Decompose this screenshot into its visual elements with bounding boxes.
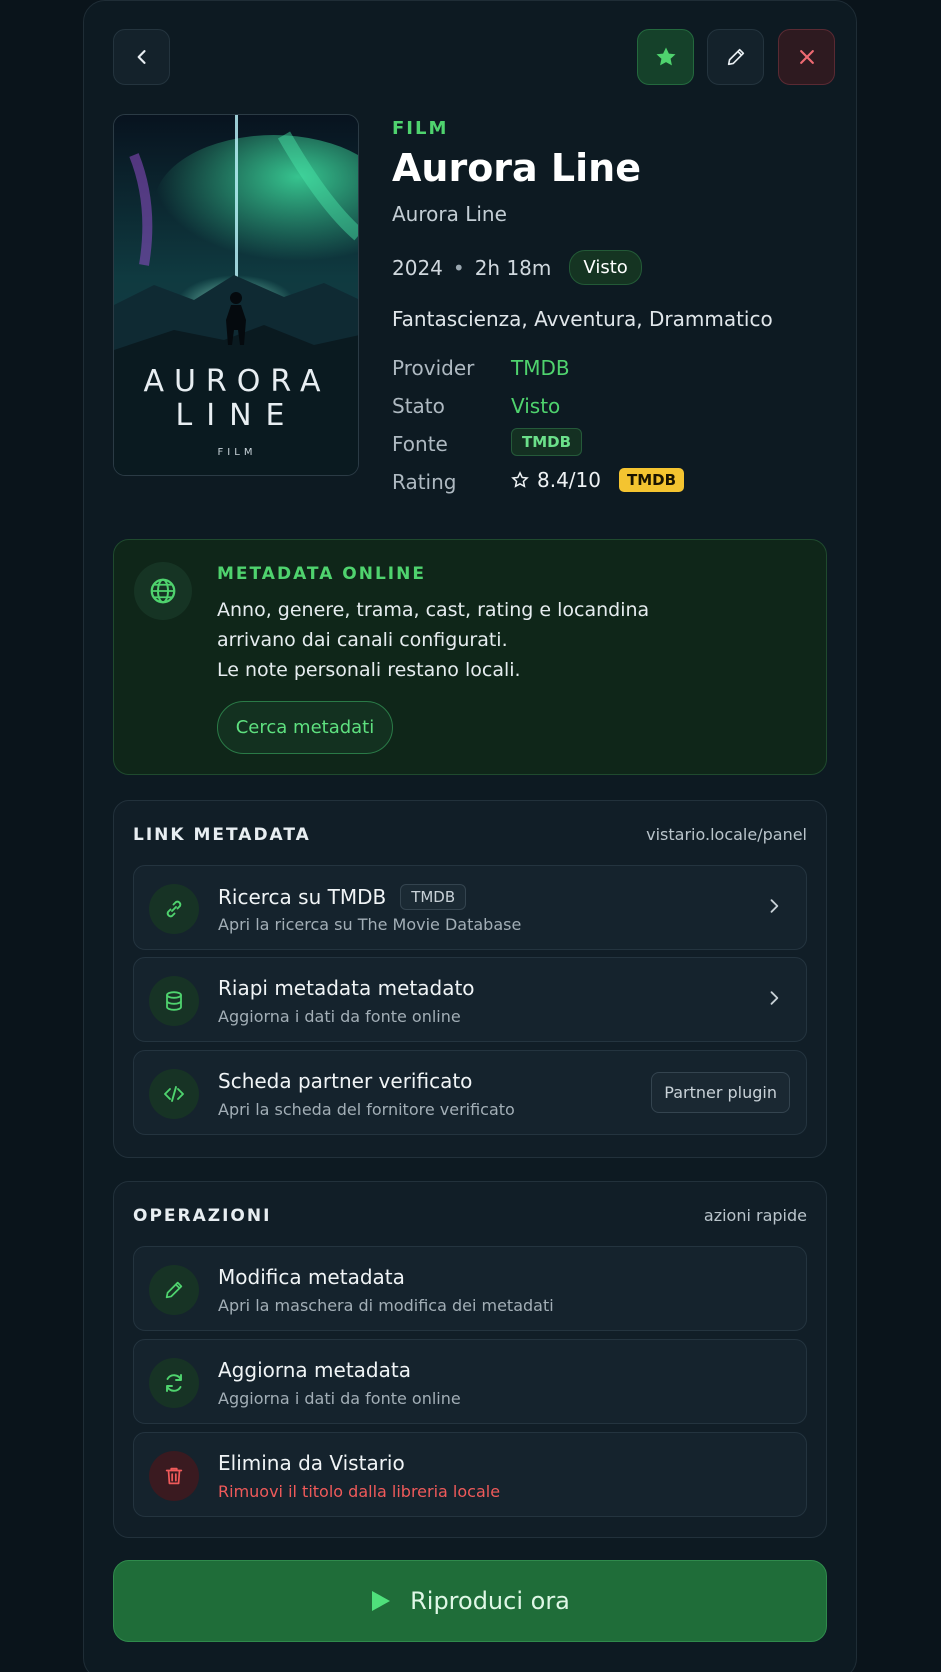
- row-subtitle: Rimuovi il titolo dalla libreria locale: [218, 1482, 501, 1501]
- back-button[interactable]: [113, 29, 170, 85]
- separator: •: [452, 255, 465, 280]
- poster-image: AURORA LINE FILM: [113, 114, 359, 476]
- globe-icon-wrap: [134, 562, 192, 620]
- row-subtitle: Aggiorna i dati da fonte online: [218, 1007, 461, 1026]
- play-icon: [372, 1591, 391, 1611]
- online-line-3: Le note personali restano locali.: [217, 659, 521, 681]
- operations-section: OPERAZIONI azioni rapide Modifica metada…: [113, 1181, 827, 1538]
- row-subtitle: Apri la scheda del fornitore verificato: [218, 1100, 515, 1119]
- duration: 2h 18m: [474, 255, 552, 280]
- poster-title-line1: AURORA: [143, 364, 330, 399]
- link-icon: [166, 900, 182, 918]
- provider-value: TMDB: [511, 356, 570, 380]
- database-icon: [166, 991, 182, 1011]
- refresh-icon: [166, 1374, 182, 1392]
- genres: Fantascienza, Avventura, Drammatico: [392, 307, 773, 331]
- link-row-tmdb-search[interactable]: Ricerca su TMDB TMDB Apri la ricerca su T…: [133, 865, 807, 950]
- fonte-value: TMDB: [511, 428, 583, 456]
- poster-title-line2: LINE: [176, 398, 299, 433]
- poster-subtitle: FILM: [218, 447, 257, 458]
- pencil-icon: [165, 1281, 183, 1299]
- online-description: Anno, genere, trama, cast, rating e loca…: [217, 595, 649, 685]
- section-url: vistario.locale/panel: [646, 825, 807, 844]
- search-metadata-button[interactable]: Cerca metadati: [217, 701, 393, 754]
- section-subtitle: azioni rapide: [703, 1206, 807, 1225]
- page-title: Aurora Line: [392, 146, 641, 190]
- stato-value: Visto: [511, 394, 561, 418]
- provider-label: Provider: [392, 356, 475, 380]
- row-title: Elimina da Vistario: [218, 1451, 405, 1475]
- original-title: Aurora Line: [392, 202, 507, 226]
- rating-value-row: 8.4/10 TMDB: [511, 468, 685, 492]
- row-title: Scheda partner verificato: [218, 1069, 473, 1093]
- play-now-button[interactable]: Riproduci ora: [113, 1560, 827, 1642]
- row-subtitle: Aggiorna i dati da fonte online: [218, 1389, 461, 1408]
- row-subtitle: Apri la maschera di modifica dei metadat…: [218, 1296, 554, 1315]
- rating-source-badge: TMDB: [619, 468, 685, 492]
- trash-icon: [165, 1467, 183, 1485]
- op-row-refresh[interactable]: Aggiorna metadata Aggiorna i dati da fon…: [133, 1339, 807, 1424]
- online-title: METADATA ONLINE: [217, 564, 426, 584]
- row-title: Riapi metadata metadato: [218, 976, 475, 1000]
- op-row-edit[interactable]: Modifica metadata Apri la maschera di mo…: [133, 1246, 807, 1331]
- fonte-label: Fonte: [392, 432, 448, 456]
- play-label: Riproduci ora: [410, 1587, 570, 1615]
- link-metadata-section: LINK METADATA vistario.locale/panel Rice…: [113, 800, 827, 1158]
- online-line-1: Anno, genere, trama, cast, rating e loca…: [217, 599, 650, 621]
- chevron-left-icon: [137, 50, 146, 64]
- link-row-partner[interactable]: Scheda partner verificato Apri la scheda…: [133, 1050, 807, 1135]
- online-metadata-card: METADATA ONLINE Anno, genere, trama, cas…: [113, 539, 827, 775]
- row-title: Aggiorna metadata: [218, 1358, 411, 1382]
- row-subtitle: Apri la ricerca su The Movie Database: [218, 915, 522, 934]
- op-row-delete[interactable]: Elimina da Vistario Rimuovi il titolo da…: [133, 1432, 807, 1517]
- year-duration-row: 2024 • 2h 18m Visto: [392, 250, 642, 285]
- link-row-reopen-metadata[interactable]: Riapi metadata metadato Aggiorna i dati …: [133, 957, 807, 1042]
- section-title: OPERAZIONI: [133, 1206, 272, 1226]
- close-button[interactable]: [778, 29, 835, 85]
- chevron-right-icon: [770, 899, 779, 913]
- pencil-icon: [727, 48, 744, 66]
- edit-button[interactable]: [707, 29, 764, 85]
- item-kind: FILM: [392, 118, 449, 139]
- section-title: LINK METADATA: [133, 825, 311, 845]
- rating-label: Rating: [392, 470, 457, 494]
- row-title: Modifica metadata: [218, 1265, 405, 1289]
- tmdb-tag: TMDB: [400, 884, 467, 910]
- star-icon: [656, 47, 675, 66]
- online-line-2: arrivano dai canali configurati.: [217, 629, 508, 651]
- row-title: Ricerca su TMDB: [218, 885, 387, 909]
- stato-label: Stato: [392, 394, 445, 418]
- star-outline-icon: [511, 471, 529, 488]
- year: 2024: [392, 255, 443, 280]
- favorite-button[interactable]: [637, 29, 694, 85]
- status-badge: Visto: [569, 250, 642, 285]
- fonte-badge: TMDB: [511, 428, 583, 456]
- chevron-right-icon: [770, 991, 779, 1005]
- partner-plugin-button[interactable]: Partner plugin: [651, 1072, 790, 1113]
- globe-icon: [150, 578, 176, 604]
- close-icon: [799, 50, 814, 64]
- rating-value: 8.4/10: [537, 468, 601, 492]
- code-icon: [164, 1086, 184, 1102]
